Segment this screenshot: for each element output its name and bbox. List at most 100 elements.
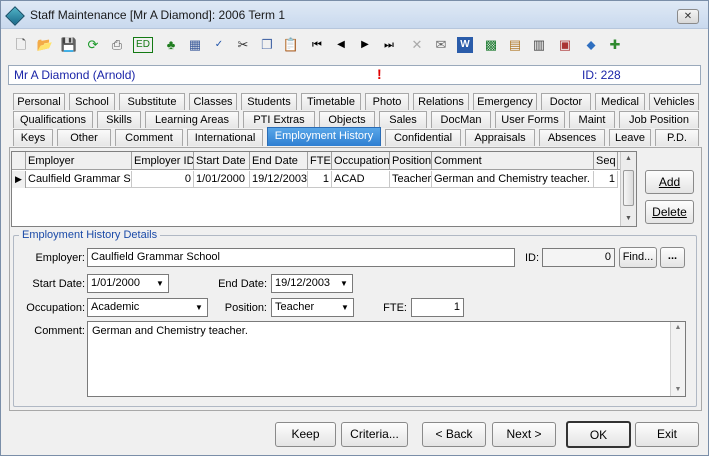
tab-substitute[interactable]: Substitute bbox=[119, 93, 185, 110]
scroll-up-icon[interactable]: ▲ bbox=[671, 322, 685, 334]
tab-vehicles[interactable]: Vehicles bbox=[649, 93, 699, 110]
tab-photo[interactable]: Photo bbox=[365, 93, 409, 110]
comment-textarea[interactable]: German and Chemistry teacher. ▲ ▼ bbox=[87, 321, 686, 397]
find-button[interactable]: Find... bbox=[619, 247, 657, 268]
employer-id-field[interactable]: 0 bbox=[542, 248, 615, 267]
table-row[interactable]: ▶ Caulfield Grammar Sc 0 1/01/2000 19/12… bbox=[12, 171, 621, 188]
tab-comment[interactable]: Comment bbox=[115, 129, 183, 146]
edit-icon[interactable]: ED bbox=[133, 37, 153, 53]
previous-record-icon[interactable]: ◀ bbox=[331, 34, 351, 56]
grid-scrollbar[interactable]: ▲ ▼ bbox=[620, 152, 636, 226]
delete-button[interactable]: Delete bbox=[645, 200, 694, 224]
exit-button[interactable]: Exit bbox=[635, 422, 699, 447]
cell-end-date[interactable]: 19/12/2003 bbox=[250, 171, 308, 188]
scroll-up-icon[interactable]: ▲ bbox=[621, 152, 636, 166]
next-record-icon[interactable]: ▶ bbox=[355, 34, 375, 56]
cell-employer-id[interactable]: 0 bbox=[132, 171, 194, 188]
save-icon[interactable]: 💾 bbox=[59, 34, 79, 56]
column-header-occupation[interactable]: Occupation bbox=[332, 152, 390, 170]
tag-icon[interactable]: ⬥ bbox=[581, 34, 601, 56]
tab-objects[interactable]: Objects bbox=[319, 111, 375, 128]
tab-other[interactable]: Other bbox=[57, 129, 111, 146]
print-icon[interactable]: ⎙ bbox=[107, 34, 127, 56]
export-icon[interactable]: ▥ bbox=[529, 34, 549, 56]
criteria-button[interactable]: Criteria... bbox=[341, 422, 408, 447]
close-button[interactable]: ✕ bbox=[677, 9, 699, 24]
excel-icon[interactable]: ▩ bbox=[481, 34, 501, 56]
open-icon[interactable]: 📂 bbox=[35, 34, 55, 56]
start-date-field[interactable]: 1/01/2000 ▼ bbox=[87, 274, 169, 293]
column-header-position[interactable]: Position bbox=[390, 152, 432, 170]
tab-timetable[interactable]: Timetable bbox=[301, 93, 361, 110]
column-header-employer-id[interactable]: Employer ID bbox=[132, 152, 194, 170]
cell-seq[interactable]: 1 bbox=[594, 171, 618, 188]
tab-user-forms[interactable]: User Forms bbox=[495, 111, 565, 128]
tab-leave[interactable]: Leave bbox=[609, 129, 651, 146]
word-icon[interactable]: W bbox=[457, 37, 473, 53]
column-header-employer[interactable]: Employer bbox=[26, 152, 132, 170]
column-header-end-date[interactable]: End Date bbox=[250, 152, 308, 170]
email-icon[interactable]: ✉ bbox=[431, 34, 451, 56]
more-button[interactable]: ... bbox=[660, 247, 685, 268]
cut-icon[interactable]: ✂ bbox=[233, 34, 253, 56]
chevron-down-icon[interactable]: ▼ bbox=[152, 275, 168, 292]
tab-pd[interactable]: P.D. bbox=[655, 129, 699, 146]
tab-international[interactable]: International bbox=[187, 129, 263, 146]
cell-employer[interactable]: Caulfield Grammar Sc bbox=[26, 171, 132, 188]
column-header-fte[interactable]: FTE bbox=[308, 152, 332, 170]
fte-field[interactable]: 1 bbox=[411, 298, 464, 317]
tab-doctor[interactable]: Doctor bbox=[541, 93, 591, 110]
delete-icon[interactable]: ✕ bbox=[407, 34, 427, 56]
next-button[interactable]: Next > bbox=[492, 422, 556, 447]
calculator-icon[interactable]: ▦ bbox=[185, 34, 205, 56]
end-date-field[interactable]: 19/12/2003 ▼ bbox=[271, 274, 353, 293]
tab-job-position[interactable]: Job Position bbox=[619, 111, 699, 128]
tab-maint[interactable]: Maint bbox=[569, 111, 615, 128]
add-record-icon[interactable]: ✚ bbox=[605, 34, 625, 56]
tab-appraisals[interactable]: Appraisals bbox=[465, 129, 535, 146]
comment-scrollbar[interactable]: ▲ ▼ bbox=[670, 322, 685, 396]
tab-qualifications[interactable]: Qualifications bbox=[13, 111, 93, 128]
column-header-start-date[interactable]: Start Date bbox=[194, 152, 250, 170]
scroll-down-icon[interactable]: ▼ bbox=[621, 212, 636, 226]
tab-pti-extras[interactable]: PTI Extras bbox=[243, 111, 315, 128]
first-record-icon[interactable]: ⏮ bbox=[307, 34, 327, 56]
add-button[interactable]: Add bbox=[645, 170, 694, 194]
tab-personal[interactable]: Personal bbox=[13, 93, 65, 110]
tab-medical[interactable]: Medical bbox=[595, 93, 645, 110]
scroll-thumb[interactable] bbox=[623, 170, 634, 206]
refresh-icon[interactable]: ⟳ bbox=[83, 34, 103, 56]
tab-docman[interactable]: DocMan bbox=[431, 111, 491, 128]
column-header-seq[interactable]: Seq bbox=[594, 152, 618, 170]
cell-position[interactable]: Teacher bbox=[390, 171, 432, 188]
tab-classes[interactable]: Classes bbox=[189, 93, 237, 110]
paste-icon[interactable]: 📋 bbox=[281, 34, 301, 56]
employment-history-grid[interactable]: Employer Employer ID Start Date End Date… bbox=[11, 151, 637, 227]
alert-icon[interactable]: ! bbox=[377, 66, 382, 82]
report-icon[interactable]: ▤ bbox=[505, 34, 525, 56]
tree-icon[interactable]: ♣ bbox=[161, 34, 181, 56]
cell-fte[interactable]: 1 bbox=[308, 171, 332, 188]
tab-school[interactable]: School bbox=[69, 93, 115, 110]
chevron-down-icon[interactable]: ▼ bbox=[336, 275, 352, 292]
ok-button[interactable]: OK bbox=[566, 421, 631, 448]
tab-emergency[interactable]: Emergency bbox=[473, 93, 537, 110]
tab-absences[interactable]: Absences bbox=[539, 129, 605, 146]
last-record-icon[interactable]: ⏭ bbox=[379, 34, 399, 56]
tab-employment-history[interactable]: Employment History bbox=[267, 127, 381, 146]
copy-icon[interactable]: ❐ bbox=[257, 34, 277, 56]
employer-field[interactable]: Caulfield Grammar School bbox=[87, 248, 515, 267]
scroll-down-icon[interactable]: ▼ bbox=[671, 384, 685, 396]
new-icon[interactable]: 🗋 bbox=[11, 34, 31, 56]
tab-students[interactable]: Students bbox=[241, 93, 297, 110]
tab-relations[interactable]: Relations bbox=[413, 93, 469, 110]
keep-button[interactable]: Keep bbox=[275, 422, 336, 447]
back-button[interactable]: < Back bbox=[422, 422, 486, 447]
cell-comment[interactable]: German and Chemistry teacher. bbox=[432, 171, 594, 188]
spellcheck-icon[interactable]: ✓ bbox=[209, 34, 229, 56]
tab-sales[interactable]: Sales bbox=[379, 111, 427, 128]
tab-learning-areas[interactable]: Learning Areas bbox=[145, 111, 239, 128]
tab-confidential[interactable]: Confidential bbox=[385, 129, 461, 146]
cell-occupation[interactable]: ACAD bbox=[332, 171, 390, 188]
position-select[interactable]: Teacher ▼ bbox=[271, 298, 354, 317]
